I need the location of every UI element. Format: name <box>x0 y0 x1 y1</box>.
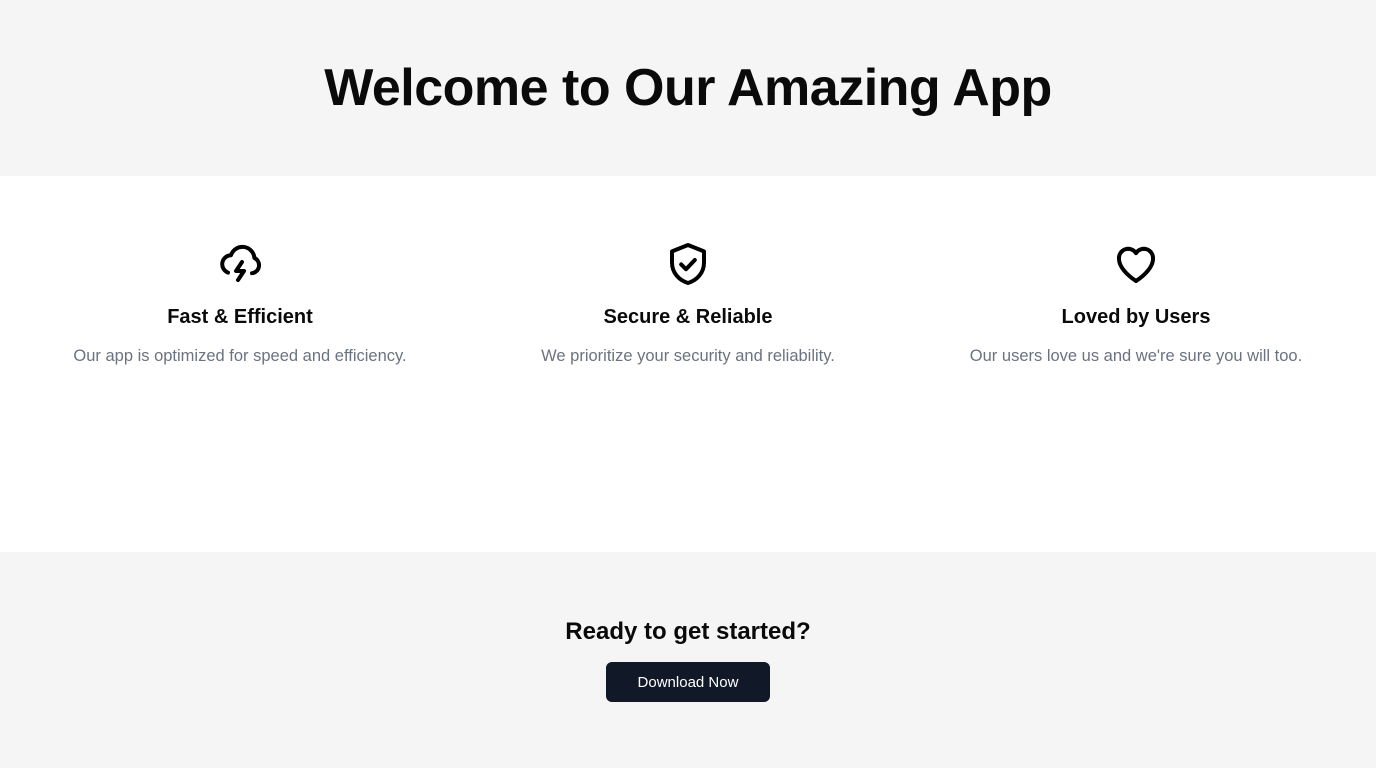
feature-card-fast: Fast & Efficient Our app is optimized fo… <box>16 240 464 552</box>
cta-section: Ready to get started? Download Now <box>0 552 1376 768</box>
cloud-lightning-icon <box>216 240 264 288</box>
feature-description: Our users love us and we're sure you wil… <box>969 347 1303 365</box>
download-button[interactable]: Download Now <box>606 662 770 702</box>
feature-description: Our app is optimized for speed and effic… <box>73 347 407 365</box>
heart-icon <box>1112 240 1160 288</box>
feature-card-secure: Secure & Reliable We prioritize your sec… <box>464 240 912 552</box>
cta-heading: Ready to get started? <box>565 618 811 645</box>
feature-card-loved: Loved by Users Our users love us and we'… <box>912 240 1360 552</box>
feature-grid: Fast & Efficient Our app is optimized fo… <box>16 176 1360 552</box>
feature-title: Loved by Users <box>1061 306 1211 328</box>
feature-title: Fast & Efficient <box>167 306 313 328</box>
features-section: Fast & Efficient Our app is optimized fo… <box>0 176 1376 552</box>
feature-title: Secure & Reliable <box>603 306 773 328</box>
page-title: Welcome to Our Amazing App <box>324 59 1052 117</box>
hero-section: Welcome to Our Amazing App <box>0 0 1376 176</box>
feature-description: We prioritize your security and reliabil… <box>541 347 835 365</box>
shield-check-icon <box>664 240 712 288</box>
